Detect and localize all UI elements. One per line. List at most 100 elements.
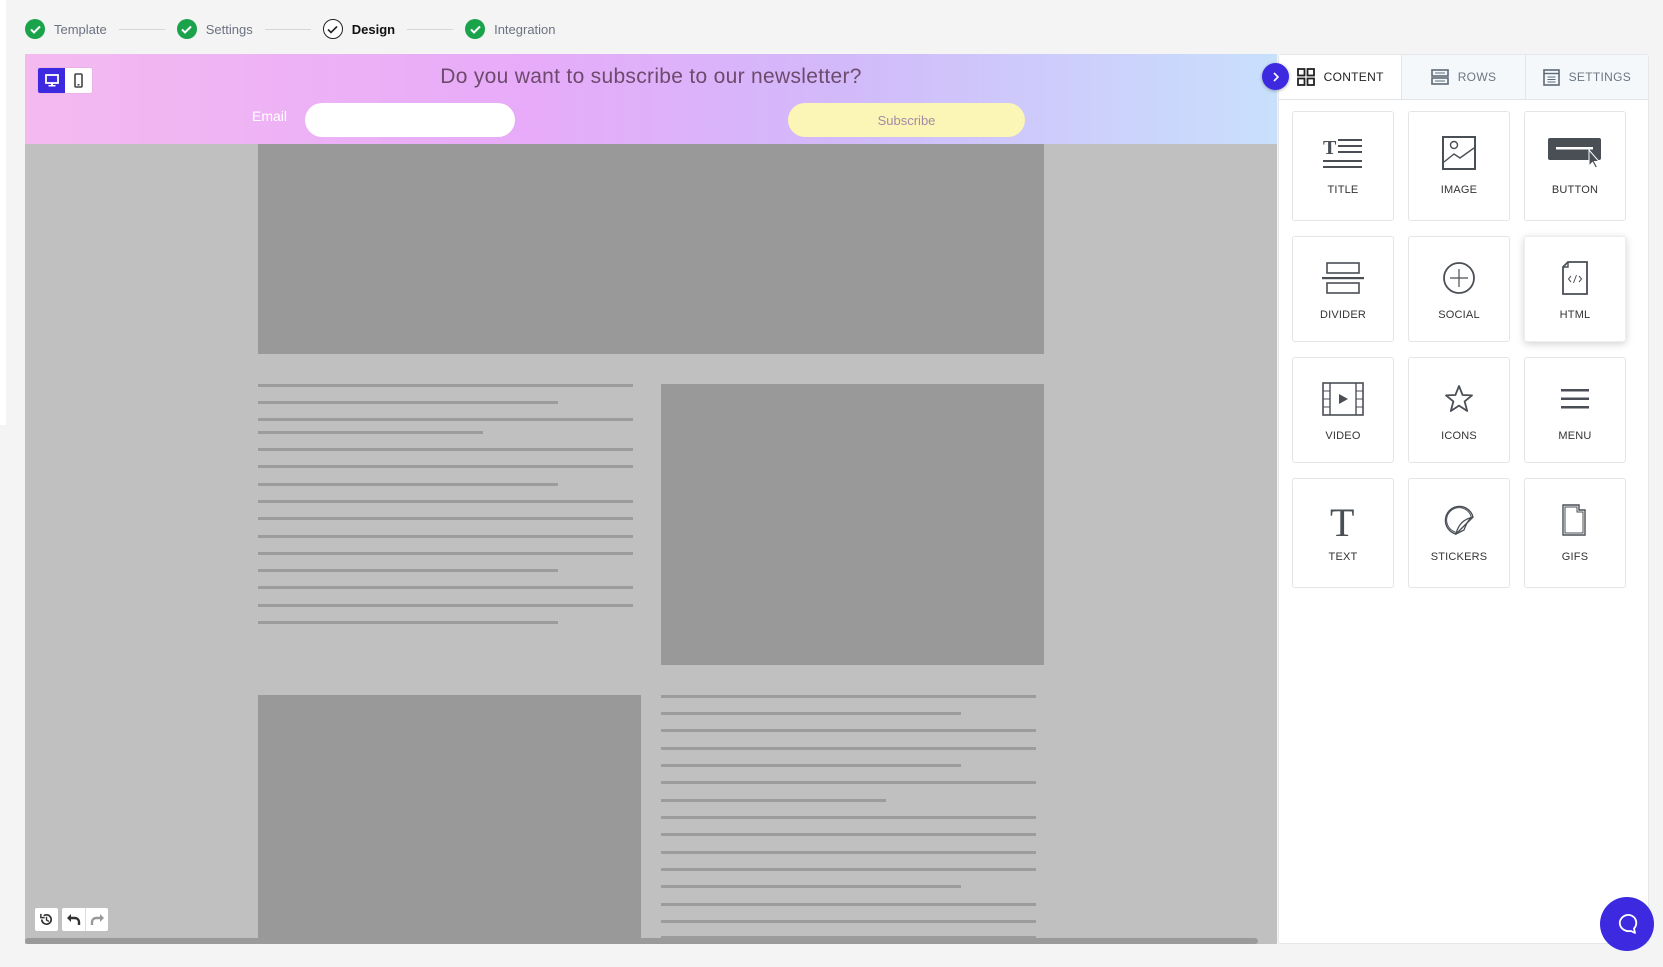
step-connector — [407, 28, 454, 30]
image-placeholder-left[interactable] — [258, 695, 641, 944]
step-label: Integration — [494, 21, 556, 37]
undo-button[interactable] — [62, 908, 85, 931]
block-label: SOCIAL — [1438, 309, 1480, 321]
tab-label: ROWS — [1457, 70, 1497, 84]
block-label: TEXT — [1328, 551, 1358, 563]
block-label: DIVIDER — [1319, 309, 1367, 321]
text-line-placeholder — [258, 418, 633, 421]
settings-doc-icon — [1542, 68, 1560, 86]
video-icon — [1322, 382, 1364, 416]
text-line-placeholder — [258, 517, 633, 520]
text-line-placeholder — [258, 535, 633, 538]
block-label: BUTTON — [1551, 184, 1599, 196]
gif-icon — [1562, 504, 1586, 536]
design-canvas[interactable]: Do you want to subscribe to our newslett… — [25, 54, 1277, 944]
tab-label: CONTENT — [1323, 70, 1384, 84]
check-circle-icon — [465, 19, 486, 39]
email-input[interactable] — [305, 103, 515, 137]
html-icon — [1562, 261, 1588, 295]
step-label: Design — [351, 21, 396, 37]
wizard-stepper: Template Settings Design Integration — [25, 17, 556, 41]
button-icon — [1548, 138, 1601, 169]
text-line-placeholder — [661, 851, 1036, 854]
check-circle-icon — [25, 19, 45, 39]
chat-support-button[interactable] — [1600, 897, 1654, 951]
text-line-placeholder — [258, 448, 633, 451]
block-label: GIFS — [1561, 551, 1589, 563]
block-icons[interactable]: ICONS — [1408, 357, 1510, 463]
history-controls — [35, 908, 108, 931]
text-line-placeholder — [661, 936, 1036, 939]
block-label: HTML — [1559, 309, 1591, 321]
left-edge — [0, 0, 6, 425]
horizontal-scrollbar[interactable] — [25, 938, 1258, 944]
text-line-placeholder — [258, 586, 633, 589]
newsletter-banner[interactable]: Do you want to subscribe to our newslett… — [25, 54, 1277, 144]
block-html[interactable]: HTML — [1524, 236, 1626, 342]
text-icon: T — [1330, 502, 1354, 538]
block-title[interactable]: T TITLE — [1292, 111, 1394, 221]
step-settings[interactable]: Settings — [176, 19, 253, 39]
step-design[interactable]: Design — [322, 19, 396, 39]
image-placeholder-right[interactable] — [661, 384, 1044, 665]
text-line-placeholder — [258, 569, 558, 572]
step-connector — [118, 28, 165, 30]
text-line-placeholder — [258, 384, 633, 387]
block-divider[interactable]: DIVIDER — [1292, 236, 1394, 342]
chevron-right-icon — [1272, 71, 1279, 82]
collapse-panel-button[interactable] — [1262, 63, 1289, 90]
image-icon — [1442, 136, 1476, 170]
tab-content[interactable]: CONTENT — [1279, 55, 1402, 99]
rows-icon — [1430, 69, 1449, 85]
redo-button[interactable] — [85, 908, 108, 931]
star-icon — [1445, 385, 1473, 412]
step-label: Template — [54, 21, 107, 37]
history-icon — [40, 913, 53, 926]
text-line-placeholder — [661, 920, 1036, 923]
step-connector — [264, 28, 311, 30]
text-line-placeholder — [661, 903, 1036, 906]
block-label: TITLE — [1327, 184, 1359, 196]
chat-bubble-icon — [1618, 914, 1638, 934]
hero-image-placeholder[interactable] — [258, 144, 1044, 354]
text-line-placeholder — [661, 833, 1036, 836]
text-line-placeholder — [661, 764, 961, 767]
block-label: IMAGE — [1440, 184, 1478, 196]
check-circle-outline-icon — [322, 19, 343, 39]
block-text[interactable]: T TEXT — [1292, 478, 1394, 588]
step-integration[interactable]: Integration — [465, 19, 556, 39]
block-social[interactable]: SOCIAL — [1408, 236, 1510, 342]
text-line-placeholder — [661, 747, 1036, 750]
block-label: ICONS — [1441, 430, 1477, 442]
banner-title: Do you want to subscribe to our newslett… — [440, 65, 862, 88]
text-line-placeholder — [258, 401, 558, 404]
title-icon: T — [1323, 137, 1362, 168]
svg-text:T: T — [1323, 137, 1337, 159]
history-button[interactable] — [35, 908, 58, 931]
divider-icon — [1322, 262, 1364, 294]
undo-icon — [67, 914, 81, 925]
tab-settings[interactable]: SETTINGS — [1524, 55, 1648, 99]
text-line-placeholder — [661, 729, 1036, 732]
tab-label: SETTINGS — [1568, 70, 1632, 84]
block-label: STICKERS — [1430, 551, 1488, 563]
subscribe-button[interactable]: Subscribe — [788, 103, 1025, 137]
block-menu[interactable]: MENU — [1524, 357, 1626, 463]
grid-icon — [1296, 68, 1315, 86]
text-line-placeholder — [258, 604, 633, 607]
text-line-placeholder — [661, 781, 1036, 784]
tab-rows[interactable]: ROWS — [1401, 55, 1525, 99]
redo-icon — [90, 914, 104, 925]
block-gifs[interactable]: GIFS — [1524, 478, 1626, 588]
text-line-placeholder — [661, 695, 1036, 698]
block-video[interactable]: VIDEO — [1292, 357, 1394, 463]
block-button[interactable]: BUTTON — [1524, 111, 1626, 221]
text-line-placeholder — [258, 431, 483, 434]
block-stickers[interactable]: STICKERS — [1408, 478, 1510, 588]
step-template[interactable]: Template — [25, 19, 107, 39]
block-image[interactable]: IMAGE — [1408, 111, 1510, 221]
text-line-placeholder — [258, 465, 633, 468]
content-blocks-grid: T TITLE IMAGE BUTTON DIVIDER SOCIAL HTML… — [1292, 111, 1626, 588]
text-line-placeholder — [661, 799, 886, 802]
block-label: VIDEO — [1325, 430, 1361, 442]
